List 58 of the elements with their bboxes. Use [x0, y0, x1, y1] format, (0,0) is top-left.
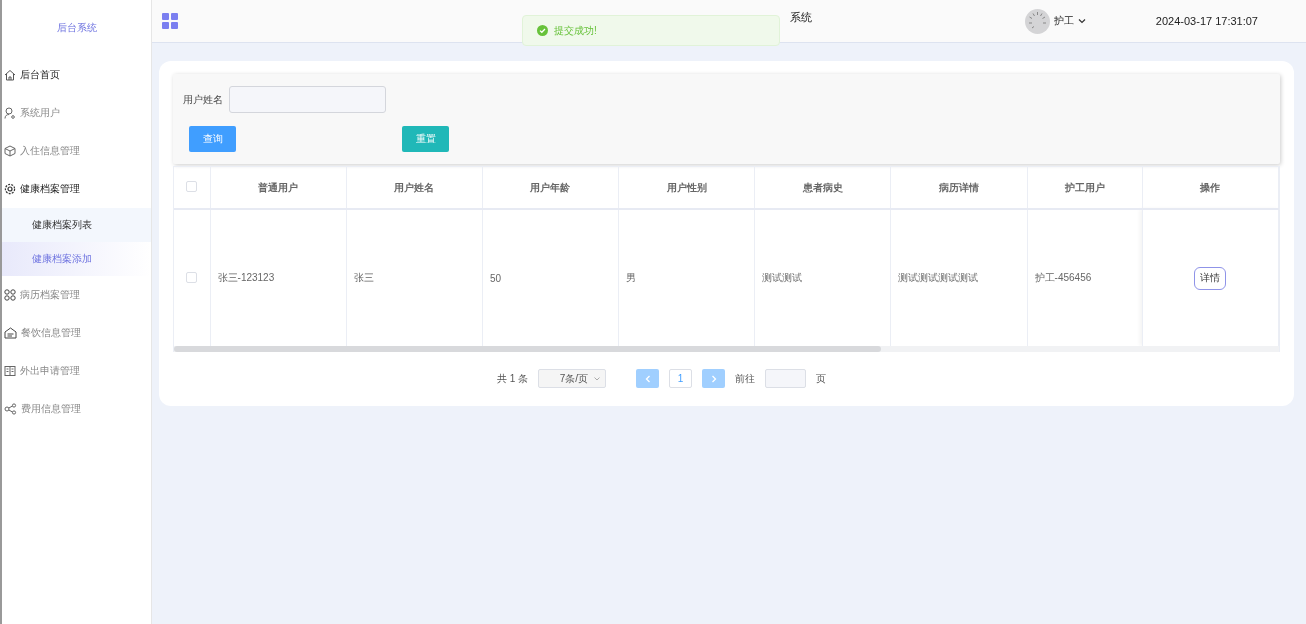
datetime: 2024-03-17 17:31:07 [1155, 15, 1258, 27]
table-cell: 男 [626, 272, 637, 283]
caret-icon[interactable] [1077, 18, 1086, 24]
page-input[interactable] [765, 369, 807, 388]
scrollbar[interactable] [174, 346, 1279, 352]
column-header: 患者病史 [802, 181, 843, 193]
avatar-icon[interactable] [1024, 8, 1050, 34]
table-cell: 测试测试测试测试 [898, 272, 979, 283]
page-size-select[interactable]: 7条/页 [538, 369, 607, 388]
chevron-left-icon [644, 374, 651, 383]
app-title: 后台系统 [55, 21, 98, 35]
share-icon [4, 403, 17, 415]
caret-icon [594, 376, 601, 381]
column-header: 病历详情 [939, 181, 979, 193]
input-field[interactable] [229, 86, 386, 113]
page-suffix: 页 [816, 371, 827, 386]
user-name[interactable]: 护工 [1053, 14, 1074, 28]
sidebar-item[interactable]: 外出申请管理 [2, 352, 151, 390]
book-icon [4, 365, 16, 377]
sidebar-item[interactable]: 病历档案管理 [2, 276, 151, 314]
sidebar-item[interactable]: 健康档案管理 [2, 170, 151, 208]
column-header: 操作 [1200, 181, 1221, 193]
home-icon [4, 69, 16, 81]
column-header: 用户姓名 [394, 181, 435, 193]
grid-icon [4, 289, 16, 301]
menu-icon[interactable] [162, 13, 178, 29]
reset-button[interactable]: 重置 [402, 126, 449, 152]
chevron-right-icon [710, 374, 717, 383]
table-cell: 测试测试 [762, 272, 803, 283]
page-number[interactable]: 1 [669, 369, 693, 388]
system-title: 系统 [790, 10, 812, 25]
table-cell: 张三-123123 [217, 272, 275, 283]
table-cell: 张三 [353, 272, 374, 283]
check-circle-icon [537, 25, 548, 36]
sidebar-item[interactable]: 系统用户 [2, 94, 151, 132]
settings-icon [4, 183, 16, 195]
table-cell: 护工-456456 [1034, 272, 1092, 283]
field-label: 用户姓名 [183, 92, 223, 107]
submenu-item[interactable]: 健康档案列表 [2, 208, 151, 242]
sidebar-item[interactable]: 费用信息管理 [2, 390, 151, 428]
goto-label: 前往 [735, 371, 756, 386]
user-icon [4, 107, 16, 119]
sidebar-item[interactable]: 后台首页 [2, 56, 151, 94]
checkbox[interactable] [186, 271, 198, 283]
details-button[interactable]: 详情 [1194, 266, 1227, 290]
cube-icon [4, 145, 16, 157]
toast-message: 提交成功! [554, 23, 597, 38]
column-header: 普通用户 [258, 181, 299, 193]
column-header: 护工用户 [1064, 181, 1105, 193]
search-button[interactable]: 查询 [189, 126, 236, 152]
checkbox[interactable] [186, 181, 198, 192]
sidebar-item[interactable]: 餐饮信息管理 [2, 314, 151, 352]
column-header: 用户年龄 [530, 181, 571, 193]
total-count: 共 1 条 [496, 371, 529, 386]
tray-icon [4, 327, 17, 339]
table-cell: 50 [489, 272, 501, 284]
column-header: 用户性别 [666, 181, 707, 193]
sidebar-item[interactable]: 入住信息管理 [2, 132, 151, 170]
